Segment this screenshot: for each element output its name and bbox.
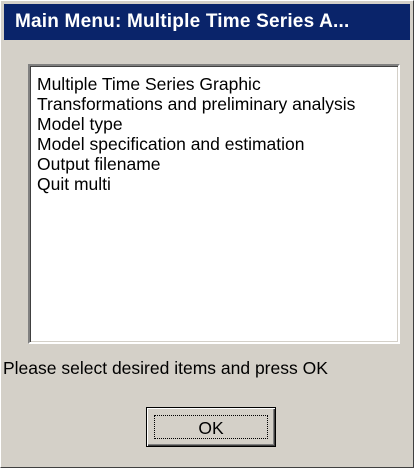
menu-item-model-type[interactable]: Model type <box>37 114 398 134</box>
menu-item-quit-multi[interactable]: Quit multi <box>37 174 398 194</box>
menu-listbox[interactable]: Multiple Time Series Graphic Transformat… <box>28 64 400 344</box>
window-title: Main Menu: Multiple Time Series A... <box>15 11 350 32</box>
ok-button[interactable]: OK <box>146 407 276 447</box>
title-bar[interactable]: Main Menu: Multiple Time Series A... <box>4 4 410 40</box>
main-menu-dialog: Main Menu: Multiple Time Series A... Mul… <box>0 0 414 468</box>
instruction-text: Please select desired items and press OK <box>3 358 328 378</box>
menu-item-model-specification[interactable]: Model specification and estimation <box>37 134 398 154</box>
menu-item-output-filename[interactable]: Output filename <box>37 154 398 174</box>
menu-item-transformations[interactable]: Transformations and preliminary analysis <box>37 94 398 114</box>
ok-button-label: OK <box>154 415 268 439</box>
menu-item-multiple-time-series-graphic[interactable]: Multiple Time Series Graphic <box>37 74 398 94</box>
